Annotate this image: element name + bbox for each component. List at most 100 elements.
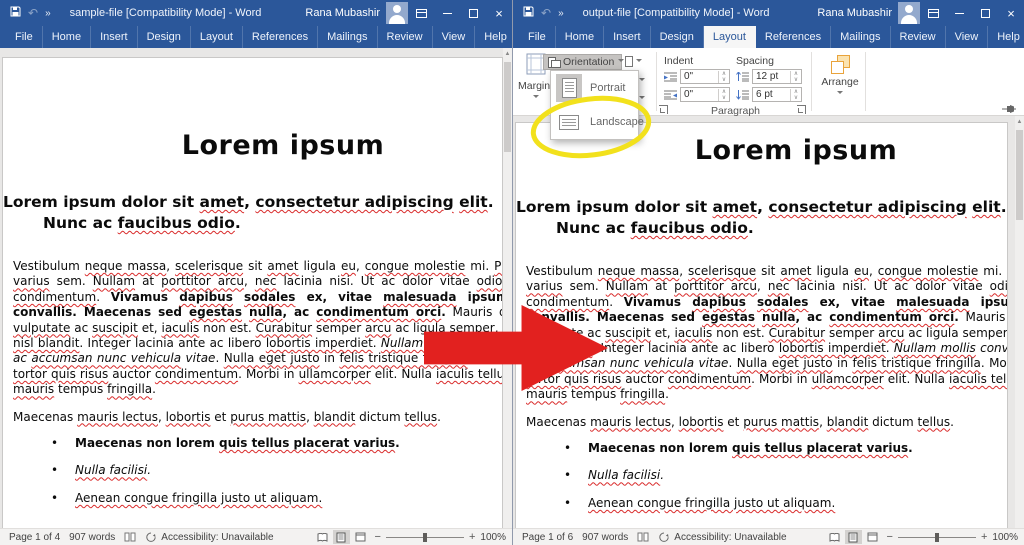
document-page[interactable]: Lorem ipsum Lorem ipsum dolor sit amet, …: [2, 57, 503, 528]
vertical-scrollbar[interactable]: ▲: [503, 48, 512, 528]
scrollbar-thumb[interactable]: [504, 62, 511, 152]
vertical-scrollbar[interactable]: ▲: [1015, 116, 1024, 528]
arrange-icon: [831, 55, 849, 73]
read-mode-button[interactable]: [314, 530, 331, 544]
maximize-button[interactable]: [460, 0, 486, 26]
orientation-button[interactable]: Orientation: [543, 54, 622, 70]
word-count[interactable]: 907 words: [69, 532, 115, 543]
undo-icon[interactable]: ↶: [28, 6, 38, 20]
user-avatar[interactable]: [898, 2, 920, 24]
indent-left-input[interactable]: [681, 71, 718, 82]
pin-ribbon-icon[interactable]: [1002, 104, 1016, 114]
ribbon-display-options-button[interactable]: [920, 0, 946, 26]
zoom-percentage[interactable]: 100%: [480, 532, 506, 543]
spacing-before-input[interactable]: [753, 71, 790, 82]
scroll-up-arrow[interactable]: ▲: [503, 50, 512, 58]
save-icon[interactable]: [523, 6, 534, 20]
orientation-option-landscape[interactable]: Landscape: [551, 105, 638, 139]
spacing-after-field[interactable]: ∧∨: [752, 87, 802, 102]
tab-help[interactable]: Help: [988, 26, 1024, 48]
print-layout-button[interactable]: [333, 530, 350, 544]
qat-customize-icon[interactable]: »: [45, 8, 50, 19]
minimize-button[interactable]: [434, 0, 460, 26]
tab-home[interactable]: Home: [43, 26, 91, 48]
accessibility-icon[interactable]: [658, 532, 670, 543]
ribbon-display-options-button[interactable]: [408, 0, 434, 26]
text-run: malesuada: [896, 295, 969, 309]
undo-icon[interactable]: ↶: [541, 6, 551, 20]
minimize-button[interactable]: [946, 0, 972, 26]
scroll-up-arrow[interactable]: ▲: [1015, 118, 1024, 126]
zoom-out-button[interactable]: −: [887, 531, 893, 543]
orientation-option-portrait[interactable]: Portrait: [551, 71, 638, 105]
read-mode-button[interactable]: [826, 530, 843, 544]
accessibility-status[interactable]: Accessibility: Unavailable: [674, 532, 786, 543]
spacing-after-spinner[interactable]: ∧∨: [790, 89, 801, 101]
tab-file[interactable]: File: [6, 26, 43, 48]
tab-insert[interactable]: Insert: [91, 26, 138, 48]
tab-review[interactable]: Review: [378, 26, 433, 48]
titlebar: ↶ » sample-file [Compatibility Mode] - W…: [0, 0, 512, 26]
arrange-button[interactable]: Arrange: [818, 53, 862, 109]
scrollbar-thumb[interactable]: [1016, 130, 1023, 220]
close-button[interactable]: ×: [998, 0, 1024, 26]
maximize-button[interactable]: [972, 0, 998, 26]
proofing-icon[interactable]: [124, 532, 136, 543]
zoom-slider[interactable]: [898, 537, 976, 538]
tab-view[interactable]: View: [946, 26, 989, 48]
tab-review[interactable]: Review: [891, 26, 946, 48]
zoom-in-button[interactable]: +: [469, 531, 475, 543]
tab-references[interactable]: References: [756, 26, 831, 48]
tab-view[interactable]: View: [433, 26, 476, 48]
word-count[interactable]: 907 words: [582, 532, 628, 543]
text-run: .: [147, 463, 151, 477]
document-page[interactable]: Lorem ipsum Lorem ipsum dolor sit amet, …: [515, 122, 1008, 528]
indent-left-spinner[interactable]: ∧∨: [718, 71, 729, 83]
tab-layout[interactable]: Layout: [191, 26, 243, 48]
accessibility-status[interactable]: Accessibility: Unavailable: [161, 532, 273, 543]
size-button[interactable]: [625, 54, 647, 69]
text-run: .: [96, 290, 111, 304]
spacing-after-input[interactable]: [753, 89, 790, 100]
breaks-button[interactable]: [638, 75, 646, 87]
paragraph-dialog-launcher[interactable]: [797, 105, 806, 114]
print-layout-button[interactable]: [845, 530, 862, 544]
indent-right-input[interactable]: [681, 89, 718, 100]
user-avatar[interactable]: [386, 2, 408, 24]
indent-left-field[interactable]: ∧∨: [680, 69, 730, 84]
zoom-out-button[interactable]: −: [375, 531, 381, 543]
save-icon[interactable]: [10, 6, 21, 20]
tab-design[interactable]: Design: [138, 26, 191, 48]
page-indicator[interactable]: Page 1 of 4: [9, 532, 60, 543]
tab-mailings[interactable]: Mailings: [831, 26, 890, 48]
zoom-widget: − + 100%: [375, 531, 506, 543]
tab-references[interactable]: References: [243, 26, 318, 48]
hyphenation-button[interactable]: [638, 93, 646, 105]
zoom-slider[interactable]: [386, 537, 464, 538]
web-layout-button[interactable]: [352, 530, 369, 544]
tab-home[interactable]: Home: [556, 26, 604, 48]
tab-design[interactable]: Design: [651, 26, 704, 48]
signed-in-user[interactable]: Rana Mubashir: [305, 7, 380, 19]
tab-help[interactable]: Help: [475, 26, 512, 48]
spacing-before-spinner[interactable]: ∧∨: [790, 71, 801, 83]
spacing-before-field[interactable]: ∧∨: [752, 69, 802, 84]
zoom-slider-thumb[interactable]: [423, 533, 427, 542]
tab-layout[interactable]: Layout: [704, 26, 756, 48]
proofing-icon[interactable]: [637, 532, 649, 543]
tab-file[interactable]: File: [519, 26, 556, 48]
indent-right-field[interactable]: ∧∨: [680, 87, 730, 102]
zoom-slider-thumb[interactable]: [935, 533, 939, 542]
zoom-percentage[interactable]: 100%: [992, 532, 1018, 543]
text-run: . Morbi in: [751, 372, 811, 386]
close-button[interactable]: ×: [486, 0, 512, 26]
signed-in-user[interactable]: Rana Mubashir: [817, 7, 892, 19]
qat-customize-icon[interactable]: »: [558, 8, 563, 19]
tab-mailings[interactable]: Mailings: [318, 26, 377, 48]
tab-insert[interactable]: Insert: [604, 26, 651, 48]
zoom-in-button[interactable]: +: [981, 531, 987, 543]
page-indicator[interactable]: Page 1 of 6: [522, 532, 573, 543]
accessibility-icon[interactable]: [145, 532, 157, 543]
web-layout-button[interactable]: [864, 530, 881, 544]
indent-right-spinner[interactable]: ∧∨: [718, 89, 729, 101]
